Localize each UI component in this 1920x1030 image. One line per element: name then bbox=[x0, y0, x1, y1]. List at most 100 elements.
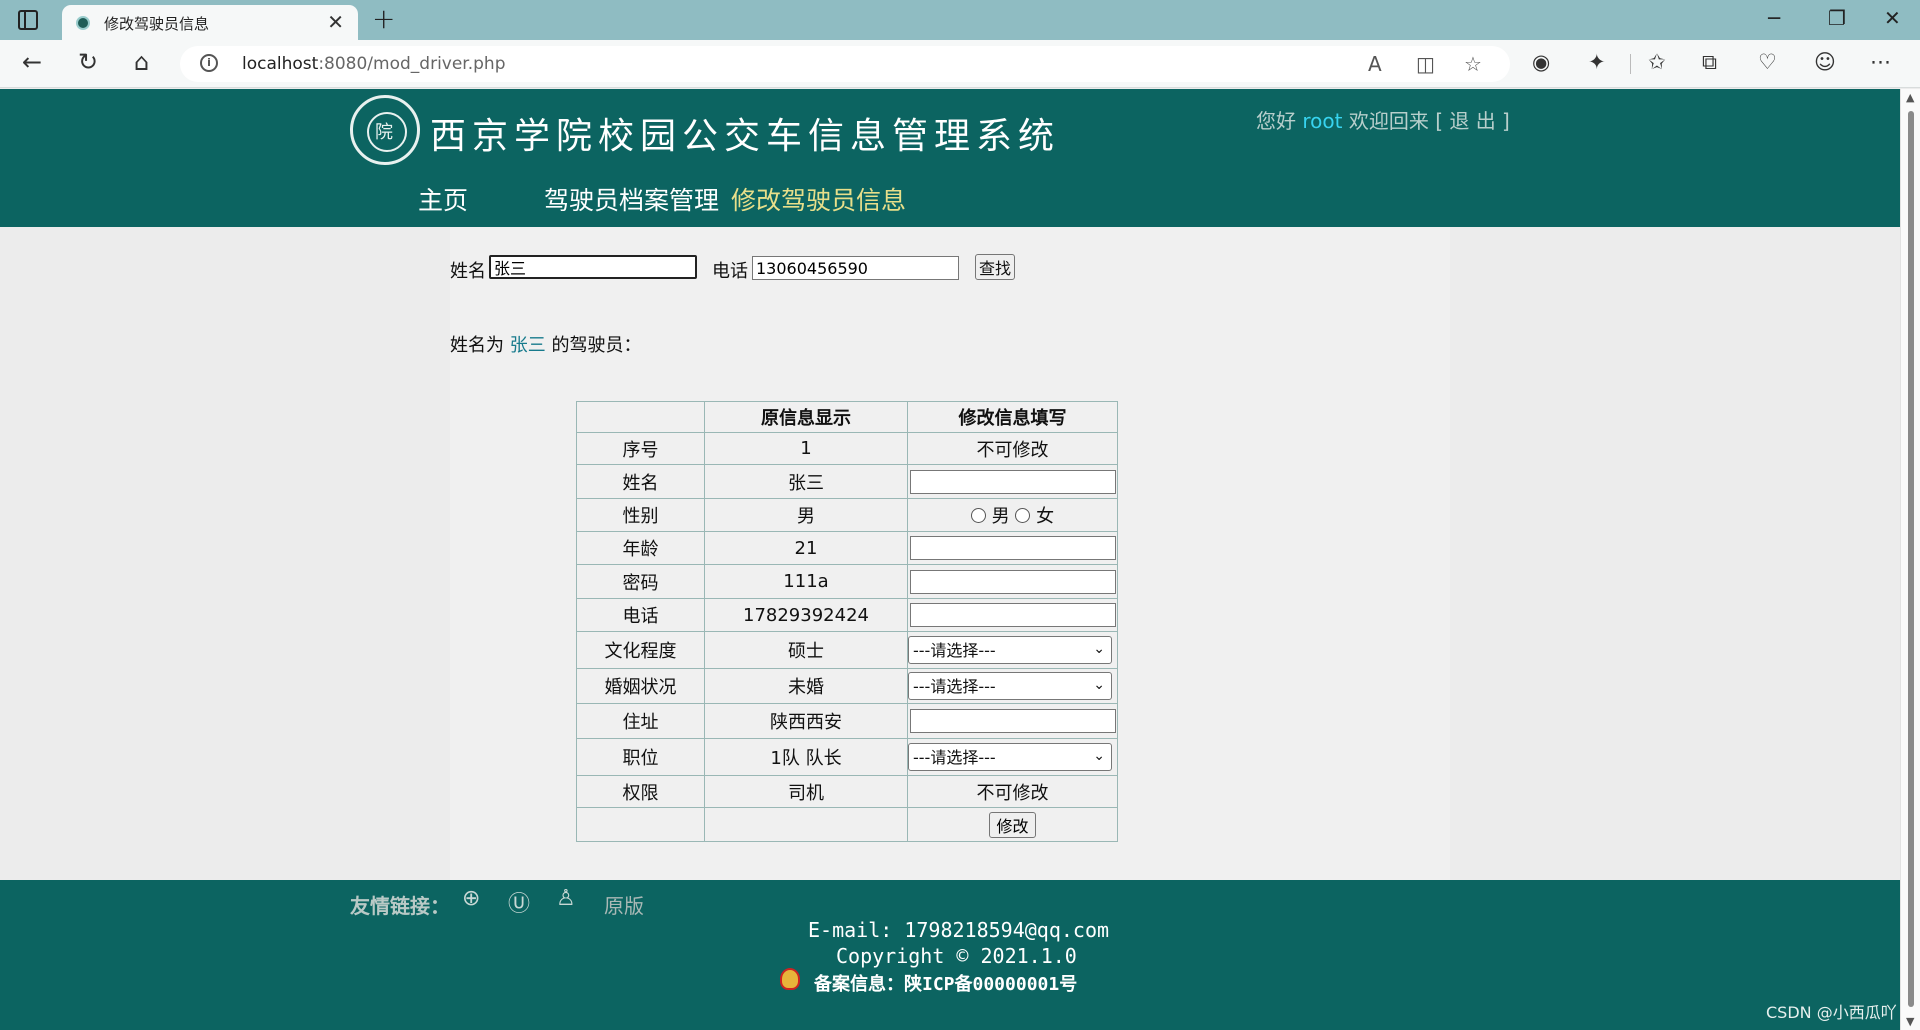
header-cell-edit: 修改信息填写 bbox=[907, 401, 1118, 433]
position-select[interactable]: ---请选择--- ⌄ bbox=[908, 743, 1112, 771]
marital-select[interactable]: ---请选择--- ⌄ bbox=[908, 672, 1112, 700]
age-edit-input[interactable] bbox=[909, 536, 1116, 561]
tab-actions-icon[interactable] bbox=[18, 10, 38, 30]
table-row: 序号 1 不可修改 bbox=[576, 432, 1118, 465]
performance-icon[interactable]: ♡ bbox=[1758, 50, 1777, 74]
submit-cell: 修改 bbox=[907, 807, 1118, 842]
find-button[interactable]: 查找 bbox=[975, 254, 1016, 280]
phone-label: 电话 bbox=[712, 261, 748, 282]
name-search-input[interactable] bbox=[489, 255, 697, 279]
page-scrollbar[interactable]: ▲ ▼ bbox=[1900, 89, 1920, 1030]
logout-link[interactable]: [ 退 出 ] bbox=[1435, 109, 1510, 133]
new-tab-icon[interactable]: + bbox=[372, 2, 395, 35]
split-screen-icon[interactable]: ◫ bbox=[1416, 52, 1435, 76]
scroll-down-icon[interactable]: ▼ bbox=[1906, 1015, 1914, 1028]
nav-home[interactable]: 主页 bbox=[418, 181, 468, 217]
table-row: 住址 陕西西安 bbox=[576, 703, 1118, 739]
field-label: 权限 bbox=[576, 775, 705, 808]
table-row: 修改 bbox=[576, 807, 1118, 842]
original-link[interactable]: 原版 bbox=[604, 890, 644, 919]
password-edit-input[interactable] bbox=[909, 569, 1116, 594]
field-label: 密码 bbox=[576, 564, 705, 599]
tab-title: 修改驾驶员信息 bbox=[104, 15, 210, 33]
gender-male-radio[interactable] bbox=[970, 508, 986, 523]
tab-close-icon[interactable]: ✕ bbox=[327, 10, 344, 34]
minimize-icon[interactable]: ─ bbox=[1768, 6, 1780, 30]
friend-links-label: 友情链接： bbox=[350, 894, 450, 918]
original-value: 司机 bbox=[704, 775, 908, 808]
name-edit-input[interactable] bbox=[909, 469, 1116, 494]
profile-avatar-icon[interactable]: ☺ bbox=[1814, 50, 1836, 74]
table-row: 职位 1队 队长 ---请选择--- ⌄ bbox=[576, 738, 1118, 776]
extension-icon[interactable]: ◉ bbox=[1532, 50, 1550, 74]
table-row: 年龄 21 bbox=[576, 531, 1118, 565]
collections-icon[interactable]: ⧉ bbox=[1702, 50, 1717, 75]
favorites-icon[interactable]: ✩ bbox=[1648, 50, 1666, 74]
nav-modify-driver[interactable]: 修改驾驶员信息 bbox=[731, 181, 906, 217]
header-cell-field bbox=[576, 401, 705, 433]
police-badge-icon bbox=[780, 968, 800, 990]
original-value: 硕士 bbox=[704, 631, 908, 669]
university-logo: 院 bbox=[350, 95, 420, 165]
result-heading: 姓名为 张三 的驾驶员： bbox=[450, 331, 641, 357]
result-prefix: 姓名为 bbox=[450, 335, 504, 356]
field-label: 序号 bbox=[576, 432, 705, 465]
address-edit-input[interactable] bbox=[909, 709, 1116, 734]
marital-edit-cell: ---请选择--- ⌄ bbox=[907, 668, 1118, 704]
globe-link-icon[interactable]: ⊕ bbox=[462, 886, 480, 911]
more-menu-icon[interactable]: ⋯ bbox=[1870, 50, 1891, 74]
phone-search-input[interactable] bbox=[752, 256, 959, 280]
chevron-down-icon: ⌄ bbox=[1093, 748, 1105, 764]
table-row: 婚姻状况 未婚 ---请选择--- ⌄ bbox=[576, 668, 1118, 704]
read-aloud-icon[interactable]: A bbox=[1368, 52, 1382, 76]
puzzle-extensions-icon[interactable]: ✦ bbox=[1588, 50, 1606, 74]
table-row: 姓名 张三 bbox=[576, 464, 1118, 499]
original-value: 21 bbox=[704, 531, 908, 565]
original-value: 张三 bbox=[704, 464, 908, 499]
chevron-down-icon: ⌄ bbox=[1093, 641, 1105, 657]
original-value: 17829392424 bbox=[704, 598, 908, 632]
page-viewport: 院 西京学院校园公交车信息管理系统 您好 root 欢迎回来 [ 退 出 ] 主… bbox=[0, 89, 1900, 1030]
gender-female-label: 女 bbox=[1036, 506, 1055, 527]
url-text[interactable]: localhost:8080/mod_driver.php bbox=[242, 54, 506, 74]
address-bar[interactable]: i localhost:8080/mod_driver.php A ◫ ☆ bbox=[180, 46, 1510, 82]
password-edit-cell bbox=[907, 564, 1118, 599]
phone-edit-input[interactable] bbox=[909, 603, 1116, 628]
scroll-thumb[interactable] bbox=[1908, 111, 1914, 1007]
name-label: 姓名 bbox=[450, 261, 486, 282]
username: root bbox=[1302, 109, 1343, 133]
gender-female-radio[interactable] bbox=[1015, 508, 1031, 523]
table-row: 权限 司机 不可修改 bbox=[576, 775, 1118, 808]
education-select[interactable]: ---请选择--- ⌄ bbox=[908, 636, 1112, 664]
browser-tab-active[interactable]: 修改驾驶员信息 ✕ bbox=[62, 5, 358, 40]
scroll-up-icon[interactable]: ▲ bbox=[1906, 91, 1914, 104]
window-close-icon[interactable]: ✕ bbox=[1884, 6, 1901, 30]
modify-submit-button[interactable]: 修改 bbox=[989, 811, 1036, 838]
greeting-text: 您好 bbox=[1256, 109, 1296, 133]
header-cell-original: 原信息显示 bbox=[704, 401, 908, 433]
back-arrow-icon[interactable]: ← bbox=[22, 48, 42, 76]
field-label: 姓名 bbox=[576, 464, 705, 499]
nav-driver-records[interactable]: 驾驶员档案管理 bbox=[544, 181, 719, 217]
age-edit-cell bbox=[907, 531, 1118, 565]
person-link-icon[interactable]: ♙ bbox=[556, 886, 576, 911]
field-label: 住址 bbox=[576, 703, 705, 739]
table-row: 性别 男 男 女 bbox=[576, 498, 1118, 532]
site-info-icon[interactable]: i bbox=[200, 54, 218, 72]
chevron-down-icon: ⌄ bbox=[1093, 677, 1105, 693]
home-icon[interactable]: ⌂ bbox=[134, 48, 149, 76]
favorite-star-icon[interactable]: ☆ bbox=[1464, 52, 1482, 76]
footer-icp: 备案信息：陕ICP备00000001号 bbox=[814, 974, 1078, 995]
footer-email: E-mail: 1798218594@qq.com bbox=[808, 918, 1110, 942]
reload-icon[interactable]: ↻ bbox=[78, 48, 98, 76]
empty-cell bbox=[576, 807, 705, 842]
restore-icon[interactable]: ❐ bbox=[1828, 6, 1846, 30]
field-label: 婚姻状况 bbox=[576, 668, 705, 704]
site-header: 院 西京学院校园公交车信息管理系统 您好 root 欢迎回来 [ 退 出 ] 主… bbox=[0, 89, 1900, 227]
weibo-link-icon[interactable]: Ⓤ bbox=[508, 886, 530, 918]
phone-edit-cell bbox=[907, 598, 1118, 632]
gender-male-label: 男 bbox=[991, 506, 1010, 527]
welcome-back-text: 欢迎回来 bbox=[1348, 109, 1429, 133]
original-value: 111a bbox=[704, 564, 908, 599]
csdn-watermark: CSDN @小西瓜吖 bbox=[1766, 1003, 1897, 1022]
